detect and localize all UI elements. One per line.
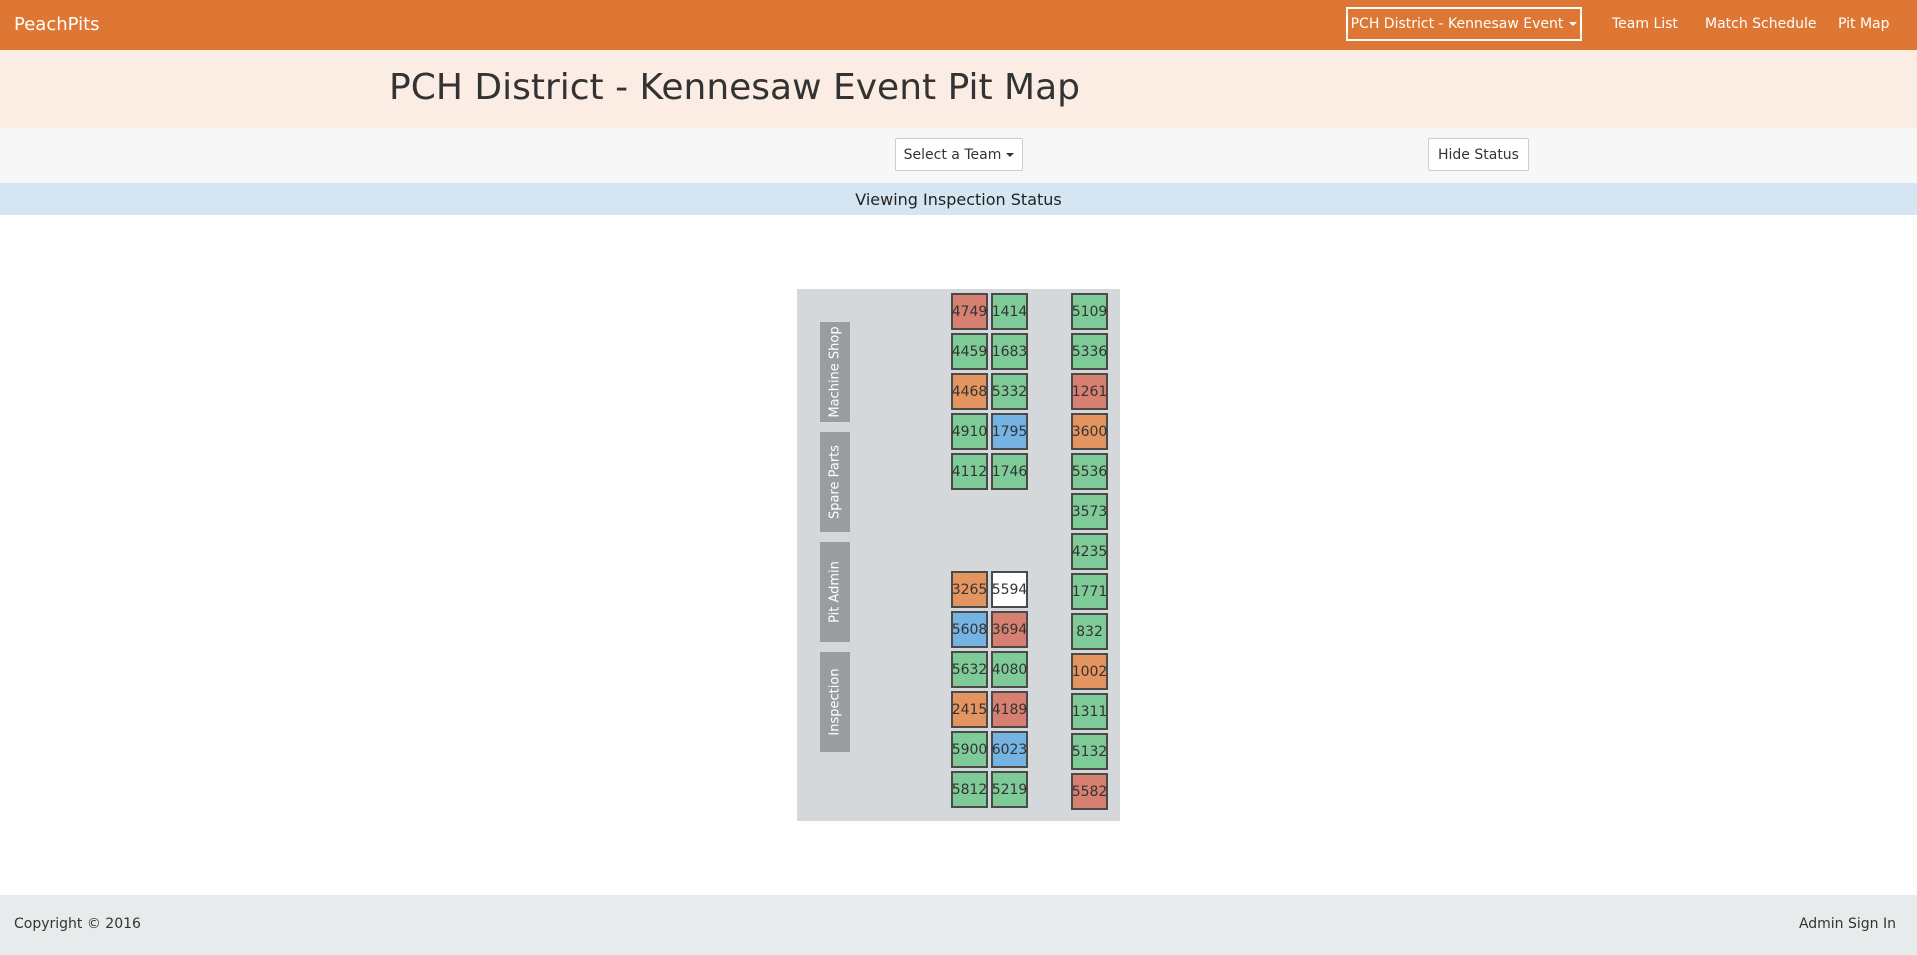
copyright-text: Copyright © 2016 [14,916,141,932]
nav-pit-map[interactable]: Pit Map [1838,16,1890,32]
pit-team-5332[interactable]: 5332 [991,373,1028,410]
zone-spare-parts: Spare Parts [820,432,850,532]
pit-team-2415[interactable]: 2415 [951,691,988,728]
pit-team-4189[interactable]: 4189 [991,691,1028,728]
pit-team-5582[interactable]: 5582 [1071,773,1108,810]
pit-team-5132[interactable]: 5132 [1071,733,1108,770]
pit-team-3265[interactable]: 3265 [951,571,988,608]
select-team-label: Select a Team [903,146,1002,163]
pit-team-1261[interactable]: 1261 [1071,373,1108,410]
zone-inspection: Inspection [820,652,850,752]
pit-team-5109[interactable]: 5109 [1071,293,1108,330]
pit-team-5900[interactable]: 5900 [951,731,988,768]
hide-status-button[interactable]: Hide Status [1428,138,1529,171]
caret-down-icon [1006,152,1015,157]
select-team-dropdown[interactable]: Select a Team [895,138,1023,171]
pit-team-6023[interactable]: 6023 [991,731,1028,768]
pit-map: Machine Shop Spare Parts Pit Admin Inspe… [797,289,1120,821]
page-header: PCH District - Kennesaw Event Pit Map [0,50,1917,128]
pit-team-5594[interactable]: 5594 [991,571,1028,608]
pit-team-1771[interactable]: 1771 [1071,573,1108,610]
event-selector-label: PCH District - Kennesaw Event [1350,16,1564,32]
pit-team-4749[interactable]: 4749 [951,293,988,330]
zone-label: Inspection [827,668,843,736]
pit-team-5536[interactable]: 5536 [1071,453,1108,490]
pit-team-5336[interactable]: 5336 [1071,333,1108,370]
status-banner: Viewing Inspection Status [0,183,1917,215]
caret-down-icon [1569,22,1578,26]
pit-team-1746[interactable]: 1746 [991,453,1028,490]
pit-team-4459[interactable]: 4459 [951,333,988,370]
pit-team-4468[interactable]: 4468 [951,373,988,410]
zone-label: Pit Admin [827,561,843,623]
pit-team-4112[interactable]: 4112 [951,453,988,490]
pit-team-4080[interactable]: 4080 [991,651,1028,688]
brand-link[interactable]: PeachPits [14,14,100,35]
pit-team-1683[interactable]: 1683 [991,333,1028,370]
zone-label: Spare Parts [827,444,843,520]
pit-team-1311[interactable]: 1311 [1071,693,1108,730]
pit-team-832[interactable]: 832 [1071,613,1108,650]
zone-pit-admin: Pit Admin [820,542,850,642]
pit-team-3600[interactable]: 3600 [1071,413,1108,450]
pit-team-5632[interactable]: 5632 [951,651,988,688]
pit-team-5219[interactable]: 5219 [991,771,1028,808]
pit-team-3694[interactable]: 3694 [991,611,1028,648]
nav-match-schedule[interactable]: Match Schedule [1705,16,1817,32]
event-selector-dropdown[interactable]: PCH District - Kennesaw Event [1346,7,1582,41]
zone-machine-shop: Machine Shop [820,322,850,422]
pit-team-1414[interactable]: 1414 [991,293,1028,330]
pit-team-4910[interactable]: 4910 [951,413,988,450]
top-navbar: PeachPits PCH District - Kennesaw Event … [0,0,1917,50]
pit-team-5608[interactable]: 5608 [951,611,988,648]
pit-team-5812[interactable]: 5812 [951,771,988,808]
pit-team-4235[interactable]: 4235 [1071,533,1108,570]
page-title: PCH District - Kennesaw Event Pit Map [389,67,1081,108]
pit-team-1002[interactable]: 1002 [1071,653,1108,690]
admin-sign-in-link[interactable]: Admin Sign In [1799,916,1896,932]
zone-label: Machine Shop [827,326,843,418]
footer: Copyright © 2016 Admin Sign In [0,895,1917,955]
pit-team-1795[interactable]: 1795 [991,413,1028,450]
controls-bar: Select a Team Hide Status [0,128,1917,183]
pit-team-3573[interactable]: 3573 [1071,493,1108,530]
nav-team-list[interactable]: Team List [1612,16,1678,32]
